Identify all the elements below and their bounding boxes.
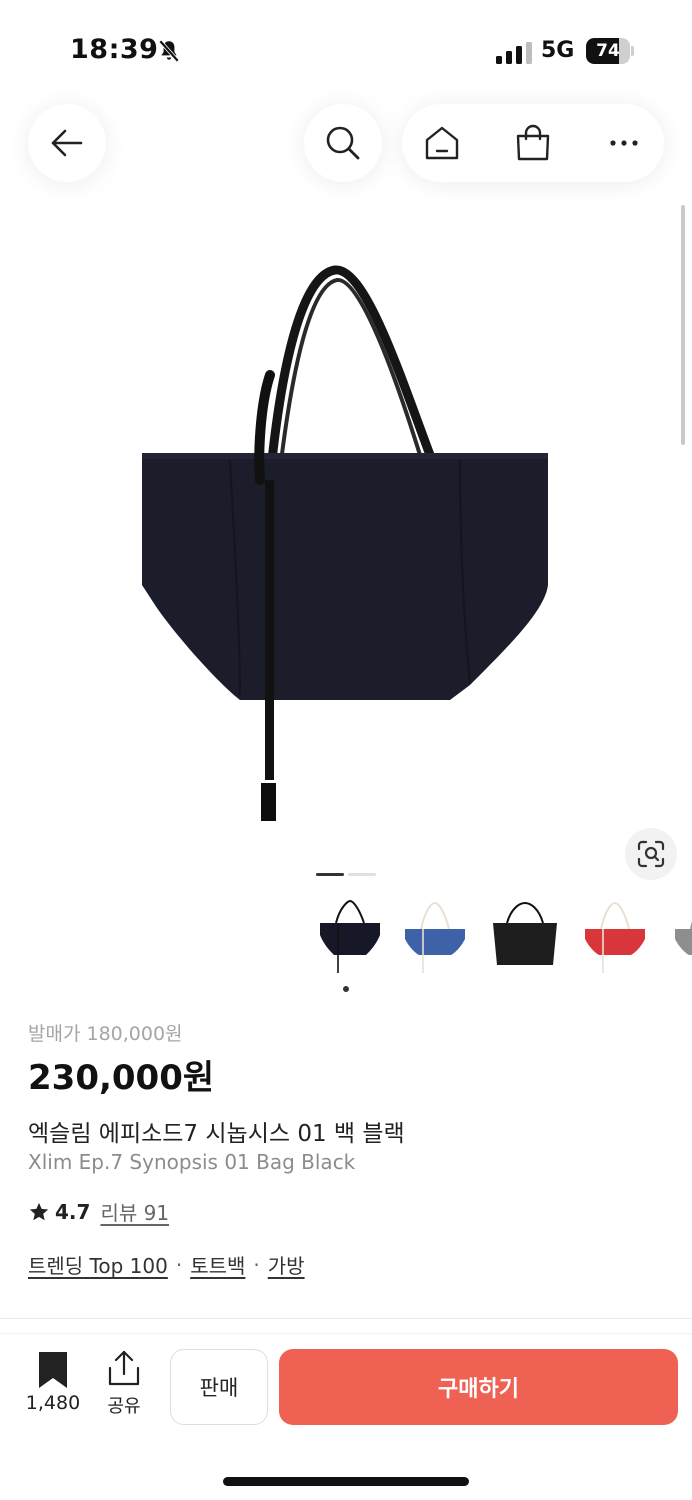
thumbnail-black[interactable] [310,893,390,977]
tag-trending[interactable]: 트렌딩 Top 100 [28,1250,168,1279]
home-icon [425,126,459,160]
battery-text: 74 [596,41,620,61]
divider [0,1318,692,1319]
pager-dot [316,873,344,876]
tag-separator: · [253,1252,260,1277]
home-indicator[interactable] [223,1477,469,1486]
rating-value: 4.7 [55,1199,91,1224]
shopping-bag-icon [516,124,550,161]
release-price: 발매가 180,000원 [28,1023,183,1045]
back-button[interactable] [28,104,106,182]
tag-bag[interactable]: 가방 [268,1250,305,1279]
thumbnail-gray[interactable] [665,893,692,977]
star-icon [29,1202,49,1220]
bookmark-icon [39,1352,67,1388]
search-button[interactable] [304,104,382,182]
share-label: 공유 [107,1396,141,1417]
category-tags: 트렌딩 Top 100 · 토트백 · 가방 [28,1250,305,1279]
search-icon [326,126,360,160]
visual-search-button[interactable] [625,828,677,880]
share-button[interactable]: 공유 [100,1350,148,1420]
header-nav-pill [402,104,664,182]
image-pager [316,873,376,877]
sell-button[interactable]: 판매 [170,1349,268,1425]
share-icon [108,1350,140,1386]
bookmark-button[interactable]: 1,480 [22,1350,84,1420]
status-bar: 18:39 5G 74 [0,0,692,96]
tag-separator: · [175,1252,183,1277]
product-title-english: Xlim Ep.7 Synopsis 01 Bag Black [28,1150,356,1174]
thumbnail-selected-indicator [343,986,349,992]
buy-button[interactable]: 구매하기 [279,1349,678,1425]
bell-slash-icon [158,39,180,63]
signal-icon [496,42,532,64]
battery-indicator: 74 [586,38,634,64]
divider [0,1333,692,1334]
review-link[interactable]: 리뷰 91 [100,1197,169,1226]
rating-row: 4.7 리뷰 91 [28,1197,169,1226]
thumbnail-black-2[interactable] [485,893,565,977]
more-button[interactable] [602,121,646,165]
price: 230,000원 [28,1058,215,1098]
status-time: 18:39 [70,34,159,65]
product-image[interactable] [120,255,570,835]
arrow-left-icon [51,129,83,157]
visual-search-icon [637,840,665,868]
product-title-korean: 엑슬림 에피소드7 시놉시스 01 백 블랙 [28,1121,405,1147]
bookmark-count: 1,480 [25,1392,81,1414]
network-label: 5G [541,38,575,63]
thumbnail-red[interactable] [575,893,655,977]
scroll-indicator[interactable] [681,205,685,445]
home-button[interactable] [420,121,464,165]
pager-dot [348,873,376,876]
more-icon [610,140,638,146]
shopping-bag-button[interactable] [511,121,555,165]
tag-tote-bag[interactable]: 토트백 [190,1250,245,1279]
color-thumbnails [300,893,692,983]
thumbnail-blue[interactable] [395,893,475,977]
